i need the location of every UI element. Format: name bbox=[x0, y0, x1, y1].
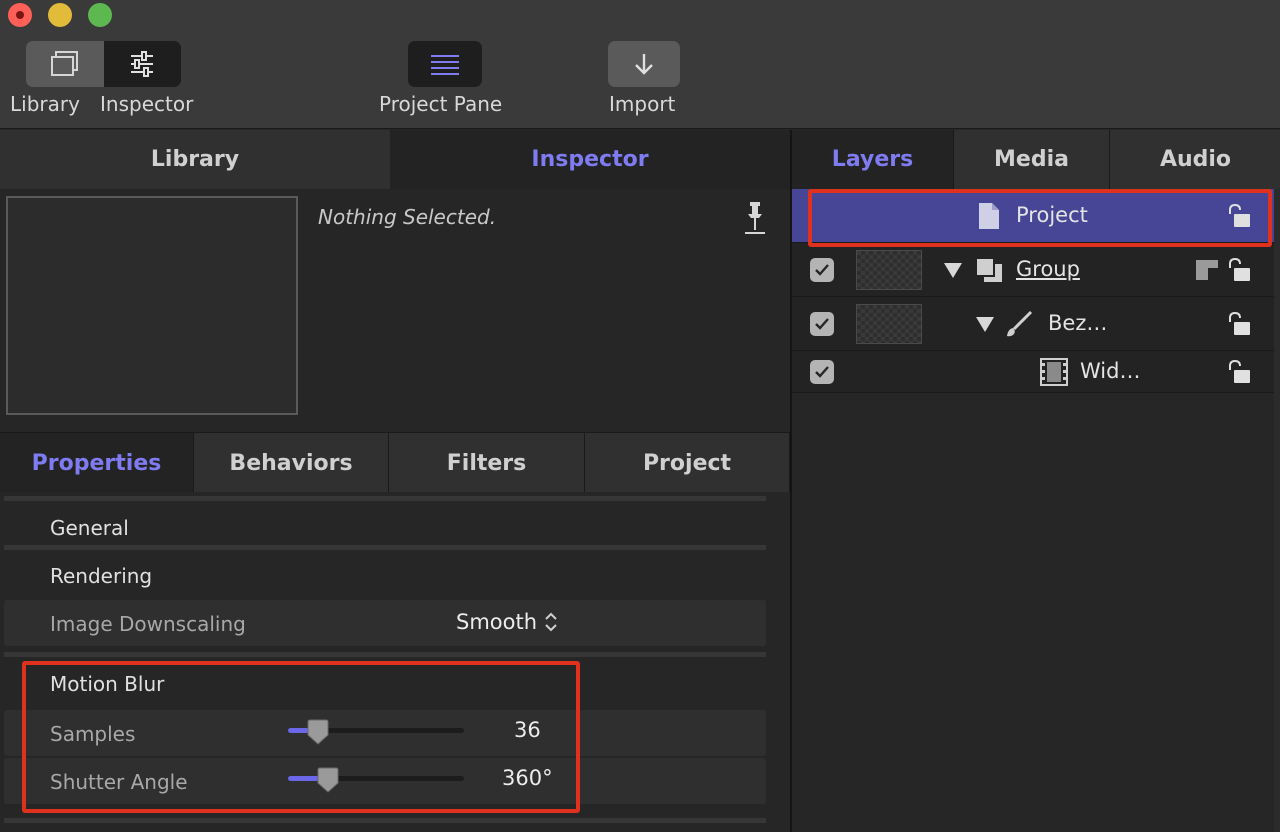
shutter-angle-label: Shutter Angle bbox=[50, 770, 188, 794]
library-inspector-toggle bbox=[26, 41, 181, 87]
samples-label: Samples bbox=[50, 722, 136, 746]
unlock-icon[interactable] bbox=[1226, 258, 1252, 282]
section-divider bbox=[4, 818, 766, 823]
unlock-icon[interactable] bbox=[1226, 360, 1252, 384]
tab-project[interactable]: Project bbox=[585, 433, 790, 493]
import-toolbar-label: Import bbox=[609, 92, 676, 116]
layer-name-group: Group bbox=[1016, 257, 1080, 281]
preview-thumbnail bbox=[6, 196, 298, 415]
project-pane-toolbar-label: Project Pane bbox=[379, 92, 503, 116]
layer-row-bezier[interactable]: Bez… bbox=[792, 297, 1274, 351]
layer-name-bezier: Bez… bbox=[1048, 311, 1108, 335]
disclosure-triangle-icon[interactable] bbox=[944, 263, 962, 278]
layer-row-group[interactable]: Group bbox=[792, 243, 1274, 297]
layer-name-widget: Wid… bbox=[1080, 359, 1141, 383]
section-divider bbox=[4, 496, 766, 501]
layer-row-project[interactable]: Project bbox=[792, 189, 1274, 243]
layer-row-widget[interactable]: Wid… bbox=[792, 351, 1274, 393]
arrow-down-icon bbox=[635, 54, 653, 75]
checkmark-icon bbox=[815, 264, 829, 276]
motion-blur-section-header[interactable]: Motion Blur bbox=[50, 672, 164, 696]
document-icon bbox=[979, 203, 999, 229]
paintbrush-icon bbox=[1007, 310, 1033, 337]
project-pane-button[interactable] bbox=[408, 41, 482, 87]
film-strip-icon bbox=[1040, 358, 1068, 386]
window-close-button[interactable] bbox=[8, 3, 32, 27]
shutter-angle-slider[interactable] bbox=[288, 767, 464, 793]
shutter-angle-value[interactable]: 360° bbox=[502, 766, 553, 790]
layer-thumbnail bbox=[856, 304, 922, 344]
left-panel-tabs: Library Inspector bbox=[0, 130, 790, 189]
sliders-icon bbox=[131, 51, 154, 77]
checkmark-icon bbox=[815, 318, 829, 330]
pin-icon[interactable] bbox=[744, 200, 766, 236]
samples-value[interactable]: 36 bbox=[514, 718, 541, 742]
list-icon bbox=[431, 55, 459, 75]
layer-name-project: Project bbox=[1016, 203, 1088, 227]
image-downscaling-popup[interactable]: Smooth bbox=[456, 610, 559, 634]
shutter-angle-row: Shutter Angle 360° bbox=[4, 758, 766, 804]
disclosure-triangle-icon[interactable] bbox=[976, 317, 994, 332]
shutter-angle-slider-knob[interactable] bbox=[316, 767, 340, 793]
layer-visibility-checkbox[interactable] bbox=[810, 360, 834, 384]
unlock-icon[interactable] bbox=[1226, 312, 1252, 336]
samples-slider[interactable] bbox=[288, 719, 464, 745]
section-divider bbox=[4, 545, 766, 550]
inspector-sub-tabs: Properties Behaviors Filters Project bbox=[0, 432, 790, 493]
window-minimize-button[interactable] bbox=[48, 3, 72, 27]
properties-panel: General Rendering Image Downscaling Smoo… bbox=[0, 492, 790, 832]
blend-mode-icon[interactable] bbox=[1194, 258, 1220, 282]
library-toolbar-label: Library bbox=[10, 92, 80, 116]
checkmark-icon bbox=[815, 366, 829, 378]
tab-layers[interactable]: Layers bbox=[792, 130, 954, 189]
tab-inspector[interactable]: Inspector bbox=[390, 130, 790, 189]
section-divider bbox=[4, 652, 766, 657]
library-toggle-button[interactable] bbox=[26, 41, 104, 87]
layer-thumbnail bbox=[856, 250, 922, 290]
unlock-icon[interactable] bbox=[1226, 204, 1252, 228]
nothing-selected-text: Nothing Selected. bbox=[318, 205, 497, 229]
samples-row: Samples 36 bbox=[4, 710, 766, 756]
library-icon bbox=[50, 51, 78, 76]
tab-media[interactable]: Media bbox=[954, 130, 1110, 189]
image-downscaling-value: Smooth bbox=[456, 610, 538, 634]
image-downscaling-row: Image Downscaling Smooth bbox=[4, 600, 766, 646]
image-downscaling-label: Image Downscaling bbox=[50, 612, 246, 636]
group-icon bbox=[975, 257, 1002, 282]
layers-empty-area bbox=[792, 393, 1274, 832]
import-button[interactable] bbox=[608, 41, 680, 87]
tab-behaviors[interactable]: Behaviors bbox=[194, 433, 389, 493]
window-zoom-button[interactable] bbox=[88, 3, 112, 27]
tab-filters[interactable]: Filters bbox=[389, 433, 585, 493]
rendering-section-header[interactable]: Rendering bbox=[50, 564, 152, 588]
inspector-toolbar-label: Inspector bbox=[100, 92, 194, 116]
layers-scroll-edge bbox=[1274, 189, 1280, 832]
layers-panel: Layers Media Audio Project Group Bez… Wi… bbox=[790, 130, 1280, 832]
tab-audio[interactable]: Audio bbox=[1110, 130, 1280, 189]
inspector-toggle-button[interactable] bbox=[103, 41, 181, 87]
layer-visibility-checkbox[interactable] bbox=[810, 258, 834, 282]
updown-chevron-icon bbox=[545, 612, 557, 632]
general-section-header[interactable]: General bbox=[50, 516, 129, 540]
tab-properties[interactable]: Properties bbox=[0, 433, 194, 493]
toolbar: Library Inspector Project Pane Import bbox=[0, 0, 1280, 129]
tab-library[interactable]: Library bbox=[0, 130, 390, 189]
samples-slider-knob[interactable] bbox=[306, 719, 330, 745]
right-panel-tabs: Layers Media Audio bbox=[792, 130, 1280, 189]
layer-visibility-checkbox[interactable] bbox=[810, 312, 834, 336]
